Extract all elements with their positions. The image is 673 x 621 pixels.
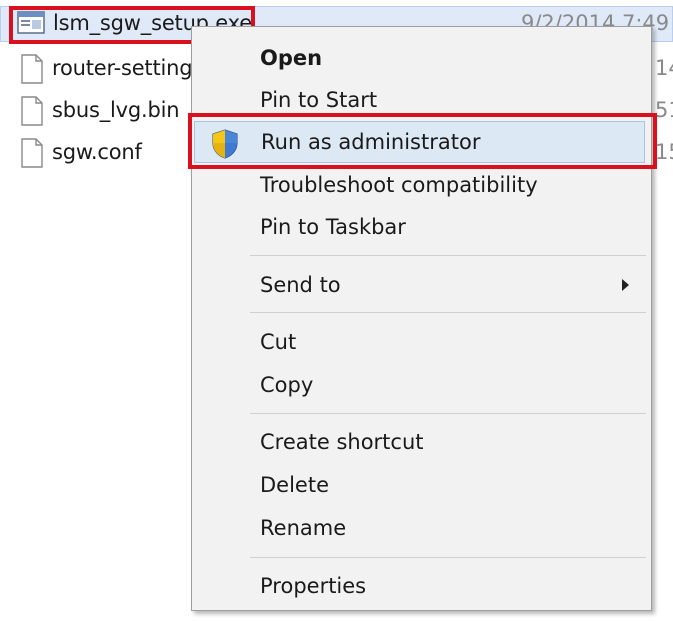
menu-item-label: Cut	[260, 330, 297, 354]
menu-item-rename[interactable]: Rename	[192, 507, 651, 549]
menu-item-properties[interactable]: Properties	[192, 565, 651, 607]
menu-item-cut[interactable]: Cut	[192, 321, 651, 363]
file-name: router-settings	[52, 56, 204, 80]
menu-item-label: Copy	[260, 373, 314, 397]
menu-item-pin-to-taskbar[interactable]: Pin to Taskbar	[192, 206, 651, 248]
menu-separator	[250, 413, 646, 414]
menu-item-open[interactable]: Open	[192, 37, 651, 79]
menu-separator	[250, 557, 646, 558]
menu-item-label: Properties	[260, 574, 367, 598]
file-name: sgw.conf	[52, 140, 142, 164]
menu-separator	[250, 255, 646, 256]
menu-item-send-to[interactable]: Send to	[192, 264, 651, 306]
menu-item-delete[interactable]: Delete	[192, 464, 651, 506]
menu-item-label: Open	[260, 46, 323, 70]
file-date-fragment: 51	[655, 98, 673, 122]
file-date-fragment: 14	[655, 56, 673, 80]
menu-item-label: Send to	[260, 273, 341, 297]
submenu-arrow-icon	[622, 279, 629, 291]
generic-file-icon	[21, 96, 43, 126]
menu-item-label: Delete	[260, 473, 329, 497]
menu-item-label: Rename	[260, 516, 347, 540]
generic-file-icon	[21, 138, 43, 168]
menu-item-label: Pin to Start	[260, 88, 378, 112]
menu-item-create-shortcut[interactable]: Create shortcut	[192, 421, 651, 463]
menu-item-label: Pin to Taskbar	[260, 215, 406, 239]
menu-item-troubleshoot-compatibility[interactable]: Troubleshoot compatibility	[192, 164, 651, 206]
generic-file-icon	[21, 54, 43, 84]
menu-item-label: Create shortcut	[260, 430, 424, 454]
menu-item-copy[interactable]: Copy	[192, 364, 651, 406]
file-date-fragment: 15	[655, 140, 673, 164]
menu-item-label: Troubleshoot compatibility	[260, 173, 538, 197]
run-as-admin-highlight-annotation	[188, 113, 657, 169]
file-name: sbus_lvg.bin	[52, 98, 180, 122]
screenshot-stage: lsm_sgw_setup.exe 9/2/2014 7:49 router-s…	[0, 0, 673, 621]
menu-separator	[250, 312, 646, 313]
